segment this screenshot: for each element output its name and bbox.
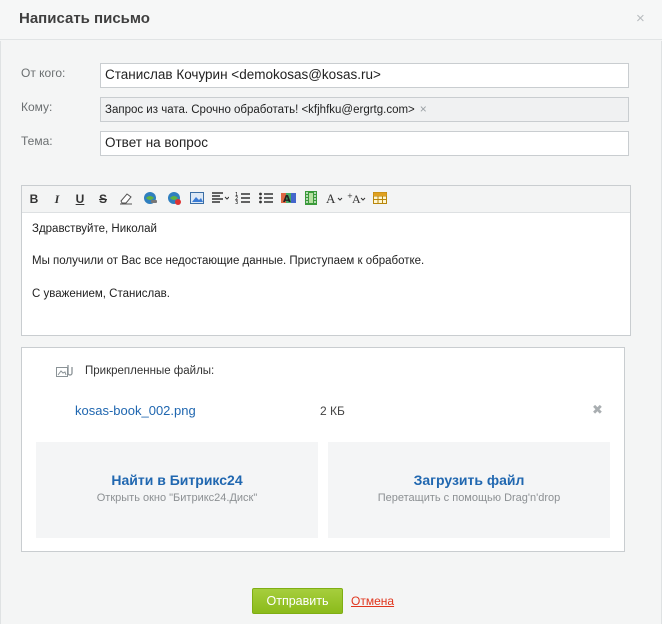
from-label: От кого: bbox=[21, 66, 66, 80]
svg-text:3: 3 bbox=[235, 200, 238, 206]
to-field[interactable]: Запрос из чата. Срочно обработать! <kfjh… bbox=[100, 97, 629, 122]
remove-link-icon[interactable] bbox=[165, 190, 183, 209]
recipient-chip: Запрос из чата. Срочно обработать! <kfjh… bbox=[105, 104, 415, 116]
upload-tile-subtitle: Перетащить с помощью Drag'n'drop bbox=[377, 492, 561, 504]
remove-file-icon[interactable]: ✖ bbox=[592, 402, 603, 418]
message-line: С уважением, Станислав. bbox=[32, 288, 170, 300]
insert-link-icon[interactable] bbox=[141, 190, 159, 209]
from-field[interactable]: Станислав Кочурин <demokosas@kosas.ru> bbox=[100, 63, 629, 88]
bullet-list-icon[interactable] bbox=[258, 190, 274, 209]
ordered-list-icon[interactable]: 123 bbox=[235, 190, 251, 209]
font-family-icon[interactable]: A + bbox=[347, 190, 367, 209]
find-in-bitrix24-tile[interactable]: Найти в Битрикс24 Открыть окно "Битрикс2… bbox=[36, 442, 318, 538]
insert-video-icon[interactable] bbox=[303, 190, 319, 209]
upload-tile-title: Загрузить файл bbox=[413, 472, 525, 488]
align-icon[interactable] bbox=[211, 190, 230, 209]
font-size-icon[interactable]: A bbox=[325, 190, 345, 209]
dialog-title: Написать письмо bbox=[19, 10, 150, 27]
dialog-header: Написать письмо × bbox=[0, 0, 662, 40]
attachments-panel: Прикрепленные файлы: kosas-book_002.png … bbox=[21, 347, 625, 552]
insert-image-icon[interactable] bbox=[188, 190, 206, 209]
text-color-icon[interactable]: A bbox=[280, 190, 298, 209]
remove-recipient-icon[interactable]: × bbox=[420, 102, 427, 116]
message-editor[interactable]: B I U S 123 A A A + Здравствуйте, Никола… bbox=[21, 185, 631, 336]
find-tile-subtitle: Открыть окно "Битрикс24.Диск" bbox=[96, 492, 258, 504]
message-line: Здравствуйте, Николай bbox=[32, 223, 157, 235]
insert-table-icon[interactable] bbox=[371, 190, 389, 209]
svg-text:+: + bbox=[347, 192, 353, 200]
upload-file-tile[interactable]: Загрузить файл Перетащить с помощью Drag… bbox=[328, 442, 610, 538]
attachment-icon bbox=[55, 363, 73, 384]
svg-text:A: A bbox=[283, 194, 291, 205]
eraser-icon[interactable] bbox=[117, 190, 135, 209]
close-icon[interactable]: × bbox=[636, 11, 645, 27]
attached-file-link[interactable]: kosas-book_002.png bbox=[75, 403, 196, 418]
send-button[interactable]: Отправить bbox=[252, 588, 343, 614]
cancel-link[interactable]: Отмена bbox=[351, 594, 394, 608]
bold-button[interactable]: B bbox=[27, 190, 41, 209]
attachments-heading: Прикрепленные файлы: bbox=[85, 365, 215, 377]
italic-button[interactable]: I bbox=[50, 190, 64, 209]
underline-button[interactable]: U bbox=[73, 190, 87, 209]
strikethrough-button[interactable]: S bbox=[96, 190, 110, 209]
editor-toolbar: B I U S 123 A A A + bbox=[22, 186, 630, 213]
to-label: Кому: bbox=[21, 100, 53, 114]
file-size: 2 КБ bbox=[320, 404, 345, 418]
svg-text:A: A bbox=[326, 191, 336, 206]
svg-text:A: A bbox=[352, 192, 361, 206]
subject-field[interactable]: Ответ на вопрос bbox=[100, 131, 629, 156]
subject-label: Тема: bbox=[21, 134, 53, 148]
find-tile-title: Найти в Битрикс24 bbox=[111, 472, 243, 488]
message-line: Мы получили от Вас все недостающие данны… bbox=[32, 255, 425, 267]
